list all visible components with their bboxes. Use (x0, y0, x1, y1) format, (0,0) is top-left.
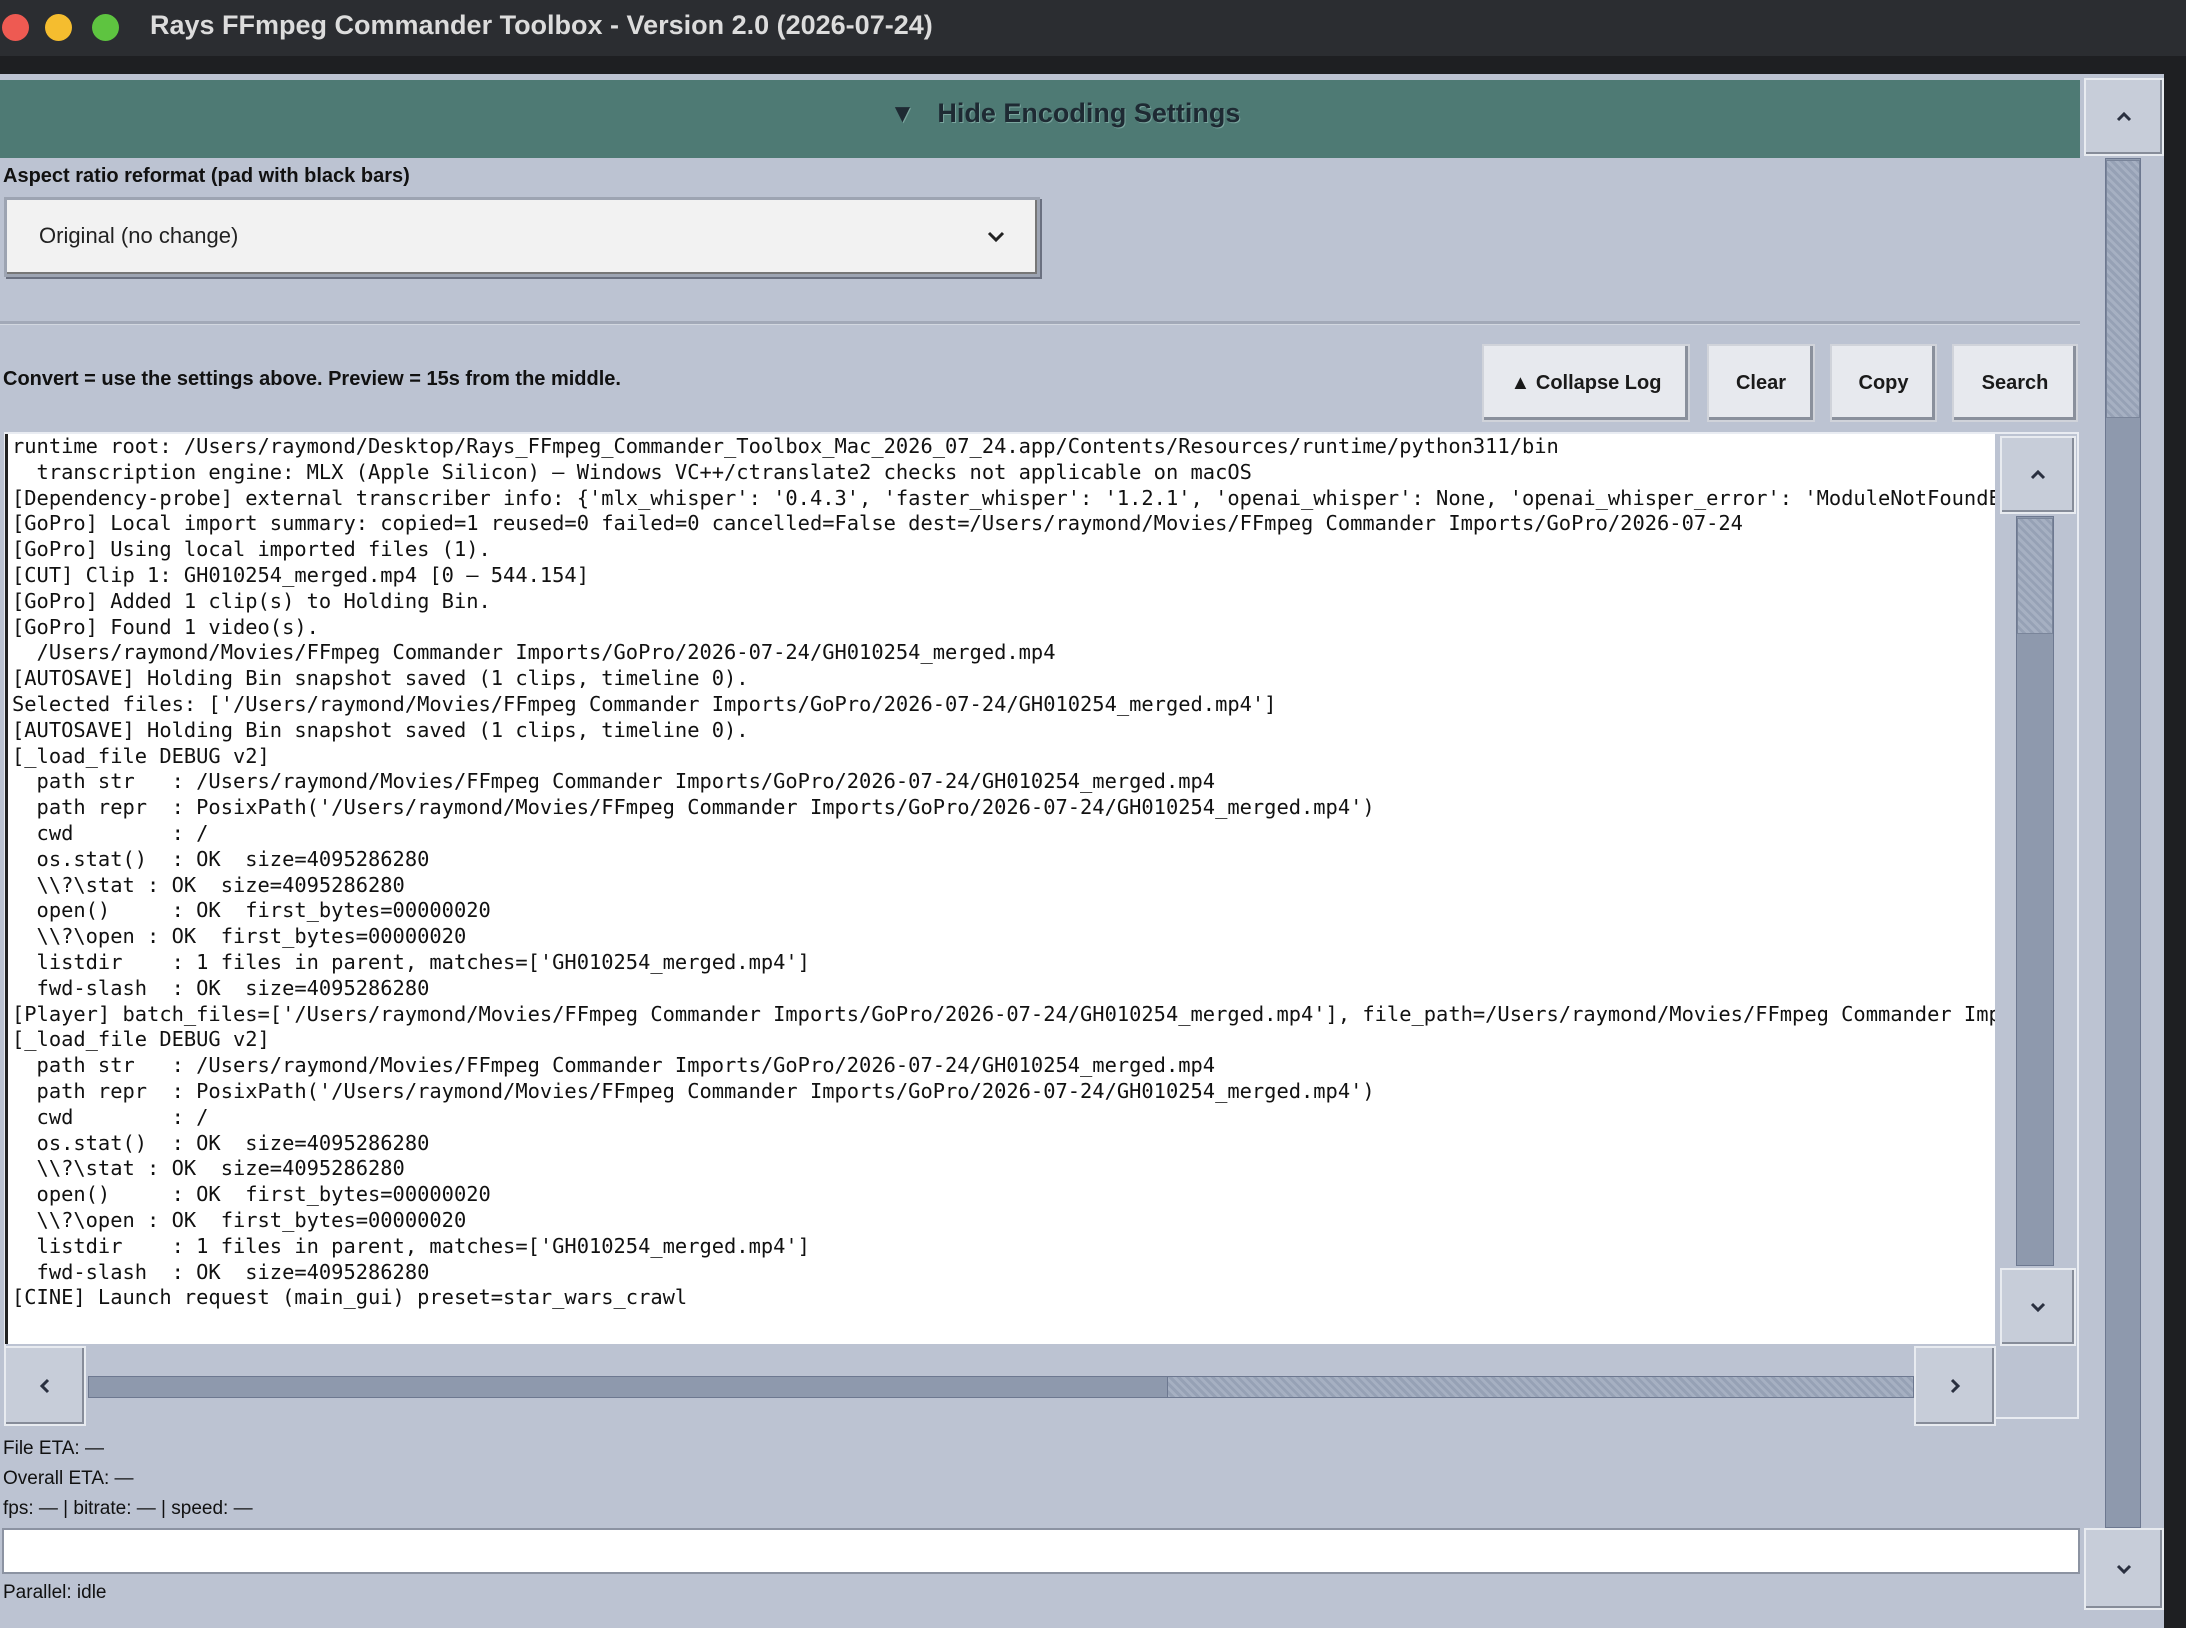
log-line: [GoPro] Local import summary: copied=1 r… (12, 511, 1743, 536)
chevron-up-icon (2116, 111, 2132, 122)
log-line: /Users/raymond/Movies/FFmpeg Commander I… (12, 640, 1056, 665)
log-line: cwd : / (12, 1104, 209, 1129)
title-bar: Rays FFmpeg Commander Toolbox - Version … (0, 0, 2186, 56)
log-line: path repr : PosixPath('/Users/raymond/Mo… (12, 1078, 1375, 1103)
log-line: [Player] batch_files=['/Users/raymond/Mo… (12, 1001, 1995, 1026)
log-line: \\?\open : OK first_bytes=00000020 (12, 1207, 467, 1232)
main-vertical-scrollbar[interactable] (2084, 78, 2164, 1628)
log-line: os.stat() : OK size=4095286280 (12, 846, 430, 871)
log-line: listdir : 1 files in parent, matches=['G… (12, 949, 810, 974)
window-edge (2164, 74, 2186, 1628)
log-line: \\?\open : OK first_bytes=00000020 (12, 924, 467, 949)
log-hscroll-thumb[interactable] (88, 1376, 1168, 1398)
chevron-left-icon (39, 1378, 50, 1394)
log-line: [CUT] Clip 1: GH010254_merged.mp4 [0 – 5… (12, 562, 589, 587)
log-horizontal-scrollbar[interactable] (4, 1346, 1996, 1426)
main-vscroll-thumb[interactable] (2106, 160, 2140, 418)
log-scroll-down-button[interactable] (2000, 1268, 2076, 1346)
chevron-down-icon (2030, 1302, 2046, 1313)
log-line: [AUTOSAVE] Holding Bin snapshot saved (1… (12, 666, 749, 691)
aspect-ratio-label: Aspect ratio reformat (pad with black ba… (3, 165, 410, 187)
log-line: [Dependency-probe] external transcriber … (12, 485, 1995, 510)
log-output[interactable]: runtime root: /Users/raymond/Desktop/Ray… (5, 434, 1995, 1344)
log-line: [GoPro] Using local imported files (1). (12, 537, 491, 562)
collapse-log-button[interactable]: ▲ Collapse Log (1482, 344, 1690, 422)
convert-preview-hint: Convert = use the settings above. Previe… (3, 368, 621, 390)
log-vscroll-thumb[interactable] (2017, 518, 2053, 634)
log-line: Selected files: ['/Users/raymond/Movies/… (12, 691, 1277, 716)
log-line: [_load_file DEBUG v2] (12, 1027, 270, 1052)
chevron-down-icon (987, 231, 1005, 243)
file-eta: File ETA: — (3, 1438, 104, 1459)
log-line: path repr : PosixPath('/Users/raymond/Mo… (12, 795, 1375, 820)
section-divider (0, 321, 2080, 325)
log-line: [CINE] Launch request (main_gui) preset=… (12, 1285, 688, 1310)
overall-eta: Overall ETA: — (3, 1468, 134, 1489)
encoding-toggle-text: Hide Encoding Settings (937, 97, 1241, 128)
log-vertical-scrollbar[interactable] (2000, 436, 2076, 1346)
log-scroll-right-button[interactable] (1914, 1346, 1996, 1426)
copy-log-button[interactable]: Copy (1830, 344, 1937, 422)
close-icon[interactable] (2, 14, 29, 41)
fps-bitrate-speed: fps: — | bitrate: — | speed: — (3, 1498, 253, 1519)
main-window: ▼ Hide Encoding Settings Aspect ratio re… (0, 74, 2186, 1628)
progress-bar (2, 1528, 2080, 1574)
log-line: \\?\stat : OK size=4095286280 (12, 1156, 405, 1181)
log-line: [AUTOSAVE] Holding Bin snapshot saved (1… (12, 717, 749, 742)
log-scroll-left-button[interactable] (4, 1346, 86, 1426)
log-line: cwd : / (12, 820, 209, 845)
log-line: runtime root: /Users/raymond/Desktop/Ray… (12, 434, 1559, 458)
zoom-icon[interactable] (92, 14, 119, 41)
window-title: Rays FFmpeg Commander Toolbox - Version … (150, 10, 933, 40)
log-line: fwd-slash : OK size=4095286280 (12, 975, 430, 1000)
log-line: open() : OK first_bytes=00000020 (12, 898, 491, 923)
chevron-down-icon (2116, 1564, 2132, 1575)
main-scroll-up-button[interactable] (2084, 78, 2164, 156)
log-scroll-up-button[interactable] (2000, 436, 2076, 514)
parallel-status: Parallel: idle (3, 1582, 107, 1603)
log-line: [GoPro] Added 1 clip(s) to Holding Bin. (12, 588, 491, 613)
log-line: path str : /Users/raymond/Movies/FFmpeg … (12, 1053, 1216, 1078)
minimize-icon[interactable] (45, 14, 72, 41)
encoding-settings-toggle-label[interactable]: ▼ Hide Encoding Settings (0, 74, 2130, 152)
log-line: [GoPro] Found 1 video(s). (12, 614, 319, 639)
log-line: transcription engine: MLX (Apple Silicon… (12, 459, 1252, 484)
log-line: fwd-slash : OK size=4095286280 (12, 1259, 430, 1284)
chevron-up-icon (2030, 469, 2046, 480)
clear-log-button[interactable]: Clear (1707, 344, 1815, 422)
log-line: os.stat() : OK size=4095286280 (12, 1130, 430, 1155)
log-line: path str : /Users/raymond/Movies/FFmpeg … (12, 769, 1216, 794)
aspect-ratio-select[interactable]: Original (no change) (4, 197, 1040, 277)
main-scroll-down-button[interactable] (2084, 1528, 2164, 1610)
log-line: open() : OK first_bytes=00000020 (12, 1182, 491, 1207)
log-line: \\?\stat : OK size=4095286280 (12, 872, 405, 897)
chevron-right-icon (1950, 1378, 1961, 1394)
triangle-down-icon: ▼ (889, 97, 916, 128)
search-log-button[interactable]: Search (1952, 344, 2078, 422)
log-line: listdir : 1 files in parent, matches=['G… (12, 1233, 810, 1258)
aspect-ratio-value: Original (no change) (39, 223, 239, 248)
log-line: [_load_file DEBUG v2] (12, 743, 270, 768)
